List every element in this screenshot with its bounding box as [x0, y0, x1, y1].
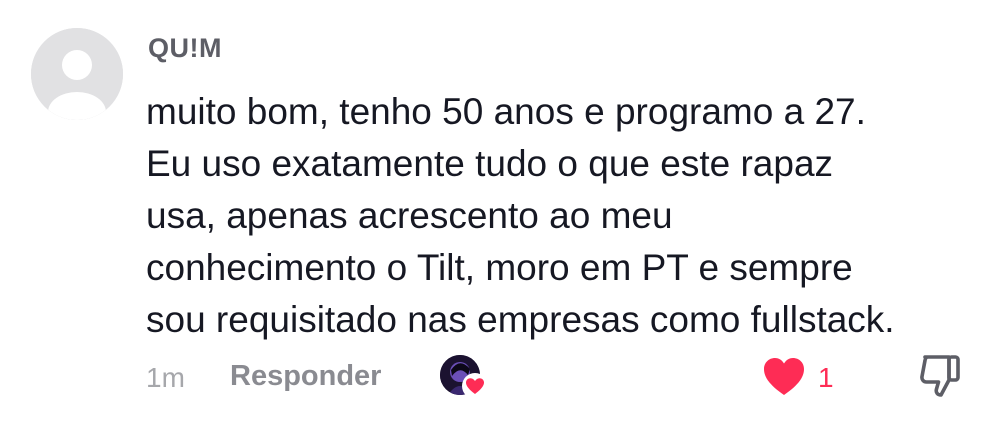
like-button[interactable] [760, 354, 808, 398]
comment-item: QU!M muito bom, tenho 50 anos e programo… [0, 0, 1000, 444]
thumbs-down-icon [920, 355, 960, 397]
default-user-avatar-icon [31, 28, 123, 120]
heart-icon [764, 358, 804, 395]
comment-timestamp: 1m [146, 362, 185, 393]
dislike-button[interactable] [916, 352, 964, 400]
comment-username[interactable]: QU!M [148, 33, 222, 64]
like-count: 1 [818, 362, 834, 393]
creator-liked-heart-icon [462, 373, 488, 399]
user-avatar[interactable] [31, 28, 123, 120]
creator-liked-badge [440, 355, 492, 401]
comment-actions: 1m Responder 1 [0, 352, 1000, 402]
reply-button[interactable]: Responder [230, 360, 381, 393]
comment-text: muito bom, tenho 50 anos e programo a 27… [146, 91, 895, 340]
